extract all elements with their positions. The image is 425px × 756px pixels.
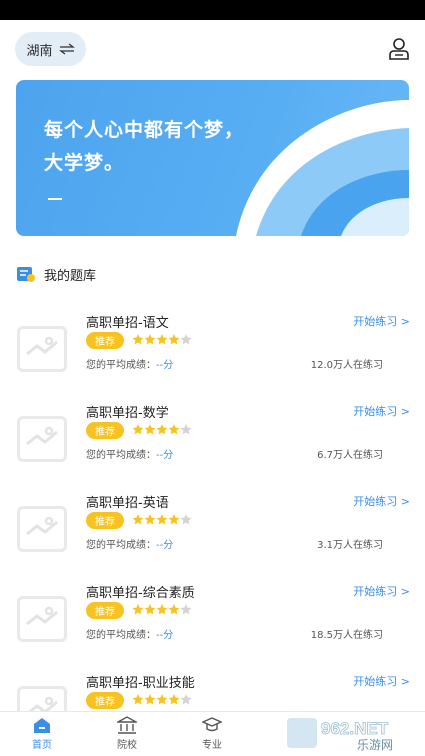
banner-headline-2: 大学梦。 bbox=[44, 152, 125, 174]
image-placeholder-icon bbox=[17, 326, 67, 372]
question-bank-card[interactable]: 高职单招-数学 开始练习 > 推荐 您的平均成绩：--分 6.7万人在练习 bbox=[0, 402, 425, 492]
tab-majors-label: 专业 bbox=[202, 740, 222, 751]
practice-count: 6.7万人在练习 bbox=[317, 450, 383, 461]
image-placeholder-icon bbox=[17, 506, 67, 552]
average-score: 您的平均成绩：--分 bbox=[86, 356, 173, 371]
tab-schools-label: 院校 bbox=[117, 740, 137, 751]
question-bank-icon bbox=[17, 267, 35, 282]
recommend-badge: 推荐 bbox=[86, 332, 124, 349]
practice-count: 18.5万人在练习 bbox=[310, 630, 383, 641]
start-practice-link[interactable]: 开始练习 > bbox=[353, 403, 410, 419]
rating-stars bbox=[132, 333, 192, 347]
rating-stars bbox=[132, 693, 192, 707]
graduation-cap-icon bbox=[202, 717, 222, 732]
tab-schools[interactable]: 院校 bbox=[97, 716, 157, 754]
card-title: 高职单招-数学 bbox=[86, 406, 169, 421]
average-score-value: --分 bbox=[156, 540, 174, 551]
image-placeholder-icon bbox=[17, 686, 67, 711]
recommend-badge: 推荐 bbox=[86, 422, 124, 439]
average-score-value: --分 bbox=[156, 450, 174, 461]
tab-home-label: 首页 bbox=[32, 740, 52, 751]
card-title: 高职单招-职业技能 bbox=[86, 676, 195, 691]
average-score: 您的平均成绩：--分 bbox=[86, 446, 173, 461]
user-profile-icon[interactable] bbox=[388, 37, 410, 61]
site-watermark-logo: 962.NET 乐游网 bbox=[287, 718, 393, 752]
card-title: 高职单招-综合素质 bbox=[86, 586, 195, 601]
card-title: 高职单招-语文 bbox=[86, 316, 169, 331]
question-bank-card[interactable]: 高职单招-综合素质 开始练习 > 推荐 您的平均成绩：--分 18.5万人在练习 bbox=[0, 582, 425, 672]
banner-headline-1: 每个人心中都有个梦， bbox=[44, 119, 245, 141]
banner-indicator bbox=[48, 198, 62, 200]
recommend-badge: 推荐 bbox=[86, 602, 124, 619]
rating-stars bbox=[132, 423, 192, 437]
recommend-badge: 推荐 bbox=[86, 512, 124, 529]
school-icon bbox=[117, 716, 137, 734]
start-practice-link[interactable]: 开始练习 > bbox=[353, 493, 410, 509]
status-bar bbox=[0, 0, 425, 20]
watermark-text-2: 乐游网 bbox=[357, 738, 393, 752]
location-label: 湖南 bbox=[26, 43, 53, 59]
home-icon bbox=[34, 718, 50, 733]
location-selector[interactable]: 湖南 bbox=[15, 32, 86, 66]
average-score-value: --分 bbox=[156, 360, 174, 371]
section-title: 我的题库 bbox=[44, 268, 97, 284]
average-score-label: 您的平均成绩： bbox=[86, 540, 156, 551]
card-title: 高职单招-英语 bbox=[86, 496, 169, 511]
question-bank-card[interactable]: 高职单招-职业技能 开始练习 > 推荐 bbox=[0, 672, 425, 711]
start-practice-link[interactable]: 开始练习 > bbox=[353, 313, 410, 329]
start-practice-link[interactable]: 开始练习 > bbox=[353, 673, 410, 689]
average-score-value: --分 bbox=[156, 630, 174, 641]
section-header: 我的题库 bbox=[16, 262, 96, 286]
rating-stars bbox=[132, 603, 192, 617]
watermark-text-1: 962.NET bbox=[321, 719, 389, 738]
average-score-label: 您的平均成绩： bbox=[86, 450, 156, 461]
image-placeholder-icon bbox=[17, 416, 67, 462]
rating-stars bbox=[132, 513, 192, 527]
average-score-label: 您的平均成绩： bbox=[86, 360, 156, 371]
image-placeholder-icon bbox=[17, 596, 67, 642]
tab-majors[interactable]: 专业 bbox=[182, 716, 242, 754]
average-score: 您的平均成绩：--分 bbox=[86, 536, 173, 551]
average-score-label: 您的平均成绩： bbox=[86, 630, 156, 641]
promo-banner[interactable]: 每个人心中都有个梦， 大学梦。 bbox=[16, 80, 409, 236]
question-bank-card[interactable]: 高职单招-英语 开始练习 > 推荐 您的平均成绩：--分 3.1万人在练习 bbox=[0, 492, 425, 582]
top-bar: 湖南 bbox=[0, 20, 425, 76]
swap-icon bbox=[58, 43, 75, 55]
question-bank-card[interactable]: 高职单招-语文 开始练习 > 推荐 您的平均成绩：--分 12.0万人在练习 bbox=[0, 312, 425, 402]
practice-count: 12.0万人在练习 bbox=[310, 360, 383, 371]
average-score: 您的平均成绩：--分 bbox=[86, 626, 173, 641]
practice-count: 3.1万人在练习 bbox=[317, 540, 383, 551]
recommend-badge: 推荐 bbox=[86, 692, 124, 709]
start-practice-link[interactable]: 开始练习 > bbox=[353, 583, 410, 599]
tab-home[interactable]: 首页 bbox=[12, 716, 72, 754]
